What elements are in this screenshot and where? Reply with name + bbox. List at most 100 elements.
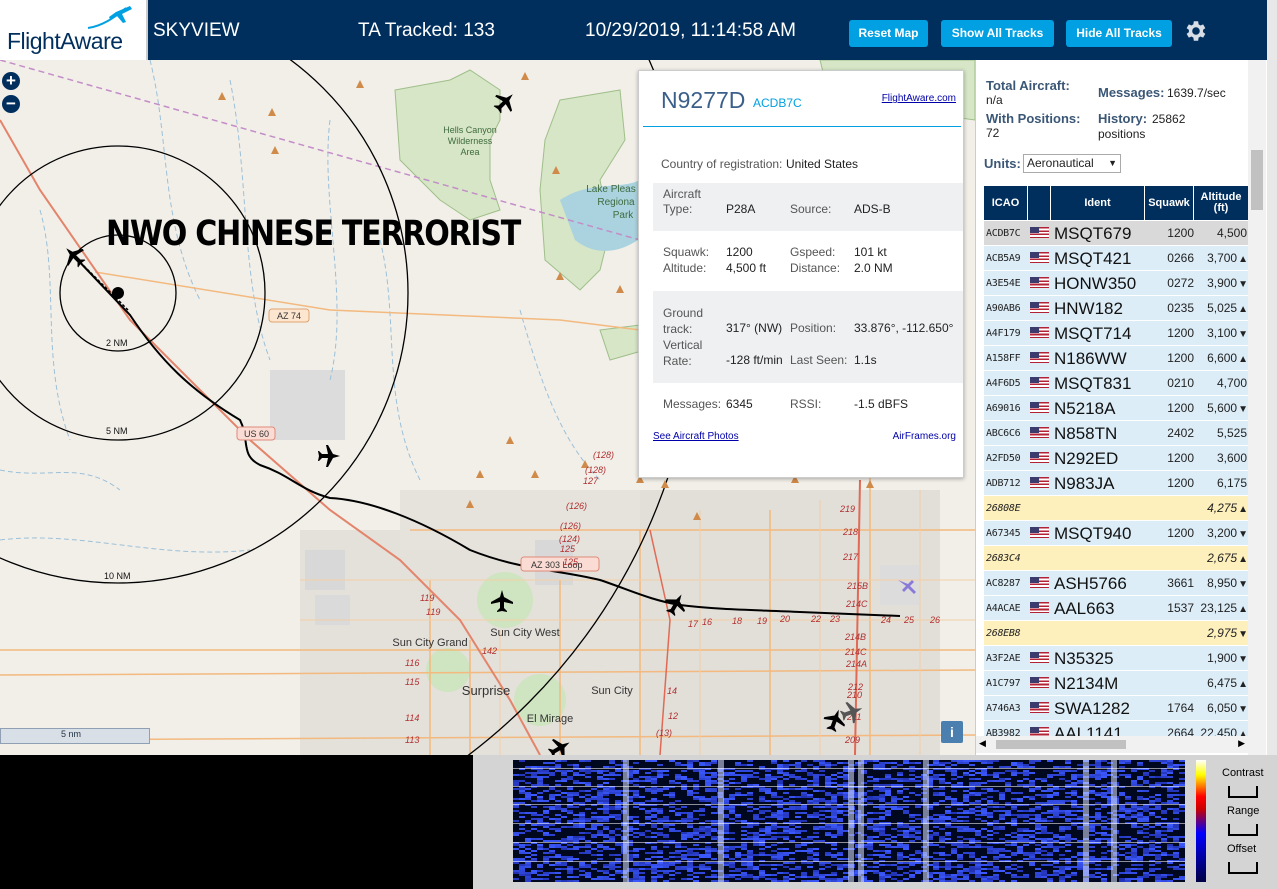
row-altitude-value: 23,125 — [1200, 601, 1238, 615]
table-row[interactable]: ACB5A9 MSQT421 0266 3,700▲ — [984, 246, 1248, 271]
position-label: Position: — [790, 321, 837, 335]
row-altitude: 6,600▲ — [1196, 346, 1248, 371]
row-squawk: 1200 — [1167, 351, 1194, 365]
vertical-rate-value: -128 ft/min — [726, 353, 783, 367]
horizontal-scroll-thumb[interactable] — [996, 740, 1126, 749]
place-area: Area — [460, 147, 479, 157]
vertical-scrollbar[interactable] — [1248, 60, 1266, 755]
row-ident: ASH5766 — [1054, 574, 1127, 593]
table-row[interactable]: A90AB6 HNW182 0235 5,025▲ — [984, 296, 1248, 321]
table-row[interactable]: A1C797 N2134M 6,475▲ — [984, 671, 1248, 696]
flag-icon — [1030, 302, 1049, 314]
rssi-value: -1.5 dBFS — [854, 397, 909, 411]
col-squawk[interactable]: Squawk — [1145, 186, 1194, 220]
table-row[interactable]: ACDB7C MSQT679 1200 4,500 — [984, 221, 1248, 246]
offset-slider[interactable] — [1228, 862, 1258, 874]
hide-all-tracks-button[interactable]: Hide All Tracks — [1066, 20, 1172, 47]
road-number: 116 — [405, 658, 419, 668]
col-altitude[interactable]: Altitude (ft) — [1194, 186, 1248, 220]
gear-icon[interactable] — [1182, 18, 1208, 44]
table-row[interactable]: A2FD50 N292ED 1200 3,600 — [984, 446, 1248, 471]
zoom-in-icon[interactable]: + — [2, 72, 20, 90]
row-altitude-trend-icon: ▼ — [1238, 404, 1248, 415]
row-altitude-trend-icon: ▲ — [1238, 254, 1248, 265]
bottom-left-area — [0, 755, 473, 889]
range-slider[interactable] — [1228, 824, 1258, 836]
road-number: 16 — [702, 617, 712, 627]
ring-label-10nm: 10 NM — [104, 571, 131, 581]
row-altitude-value: 3,100 — [1207, 326, 1238, 340]
row-flag — [1030, 471, 1052, 496]
horizontal-scrollbar[interactable]: ◀ ▶ — [976, 736, 1248, 753]
messages-rate-label: Messages: — [1098, 85, 1165, 100]
col-flag[interactable] — [1028, 186, 1051, 220]
reset-map-button[interactable]: Reset Map — [849, 20, 928, 47]
table-row[interactable]: AC8287 ASH5766 3661 8,950▼ — [984, 571, 1248, 596]
zoom-out-icon[interactable]: − — [2, 95, 20, 113]
table-row[interactable]: A3F2AE N35325 1,900▼ — [984, 646, 1248, 671]
info-icon[interactable]: i — [941, 721, 963, 743]
history-unit: positions — [1098, 127, 1146, 141]
history-label: History: — [1098, 111, 1148, 126]
row-altitude-value: 5,525 — [1216, 426, 1247, 440]
app-title: SKYVIEW — [153, 20, 240, 41]
table-row[interactable]: A3E54E HONW350 0272 3,900▼ — [984, 271, 1248, 296]
place-regional: Regiona — [597, 197, 635, 208]
table-row[interactable]: A4ACAE AAL663 1537 23,125▲ — [984, 596, 1248, 621]
road-number: 113 — [405, 735, 419, 745]
plane-icon[interactable] — [318, 445, 340, 467]
history-value: 25862 — [1152, 112, 1186, 126]
contrast-slider[interactable] — [1228, 786, 1258, 798]
row-altitude: 5,525 — [1196, 421, 1248, 446]
row-flag — [1030, 446, 1052, 471]
row-ident: N5218A — [1054, 399, 1116, 418]
table-row[interactable]: A4F179 MSQT714 1200 3,100▼ — [984, 321, 1248, 346]
scroll-right-icon[interactable]: ▶ — [1238, 738, 1245, 749]
row-altitude-value: 6,475 — [1207, 676, 1238, 690]
table-row[interactable]: A67345 MSQT940 1200 3,200▼ — [984, 521, 1248, 546]
scale-label: 5 nm — [61, 729, 82, 739]
altitude-label: Altitude: — [663, 261, 707, 275]
row-flag — [1030, 621, 1052, 646]
distance-label: Distance: — [790, 261, 841, 275]
row-ident: N858TN — [1054, 424, 1118, 443]
with-positions-label: With Positions: — [986, 111, 1081, 126]
table-row[interactable]: A158FF N186WW 1200 6,600▲ — [984, 346, 1248, 371]
show-all-tracks-button[interactable]: Show All Tracks — [941, 20, 1054, 47]
row-altitude-trend-icon: ▼ — [1238, 704, 1248, 715]
info-block-squawk: Squawk: 1200 Gspeed: 101 kt Altitude: 4,… — [653, 231, 963, 289]
logo-text: FlightAware — [7, 28, 123, 54]
aircraft-type-label: Aircraft Type: — [663, 187, 702, 216]
total-aircraft-label: Total Aircraft: — [986, 78, 1070, 93]
col-ident[interactable]: Ident — [1051, 186, 1145, 220]
col-icao[interactable]: ICAO — [984, 186, 1028, 220]
aircraft-table-body: ACDB7C MSQT679 1200 4,500 ACB5A9 MSQT421 0266 3… — [984, 221, 1248, 746]
row-altitude-trend-icon: ▼ — [1238, 654, 1248, 665]
aircraft-photos-link[interactable]: See Aircraft Photos — [653, 431, 739, 442]
row-ident — [1054, 546, 1146, 571]
vertical-scroll-thumb[interactable] — [1251, 150, 1263, 210]
row-squawk: 2402 — [1167, 426, 1194, 440]
flightaware-link[interactable]: FlightAware.com — [882, 93, 956, 104]
place-sun-city: Sun City — [591, 685, 633, 697]
table-row[interactable]: ABC6C6 N858TN 2402 5,525 — [984, 421, 1248, 446]
table-row[interactable]: 2683C4 2,675▲ — [984, 546, 1248, 571]
road-number: 214C — [844, 647, 867, 657]
row-flag — [1030, 321, 1052, 346]
row-icao: 268EB8 — [986, 628, 1021, 639]
table-row[interactable]: 268EB8 2,975▼ — [984, 621, 1248, 646]
row-altitude-trend-icon: ▼ — [1238, 629, 1248, 640]
scroll-left-icon[interactable]: ◀ — [979, 738, 986, 749]
row-altitude: 6,050▼ — [1196, 696, 1248, 721]
units-dropdown[interactable]: Aeronautical ▼ — [1023, 154, 1121, 173]
table-row[interactable]: A4F6D5 MSQT831 0210 4,700 — [984, 371, 1248, 396]
airframes-link[interactable]: AirFrames.org — [893, 431, 956, 442]
row-altitude: 4,500 — [1196, 221, 1248, 246]
offset-label: Offset — [1227, 843, 1257, 855]
table-row[interactable]: A746A3 SWA1282 1764 6,050▼ — [984, 696, 1248, 721]
table-row[interactable]: ADB712 N983JA 1200 6,175 — [984, 471, 1248, 496]
flightaware-logo[interactable]: FlightAware — [0, 0, 148, 60]
row-altitude-trend-icon: ▲ — [1238, 354, 1248, 365]
table-row[interactable]: A69016 N5218A 1200 5,600▼ — [984, 396, 1248, 421]
table-row[interactable]: 26808E 4,275▲ — [984, 496, 1248, 521]
